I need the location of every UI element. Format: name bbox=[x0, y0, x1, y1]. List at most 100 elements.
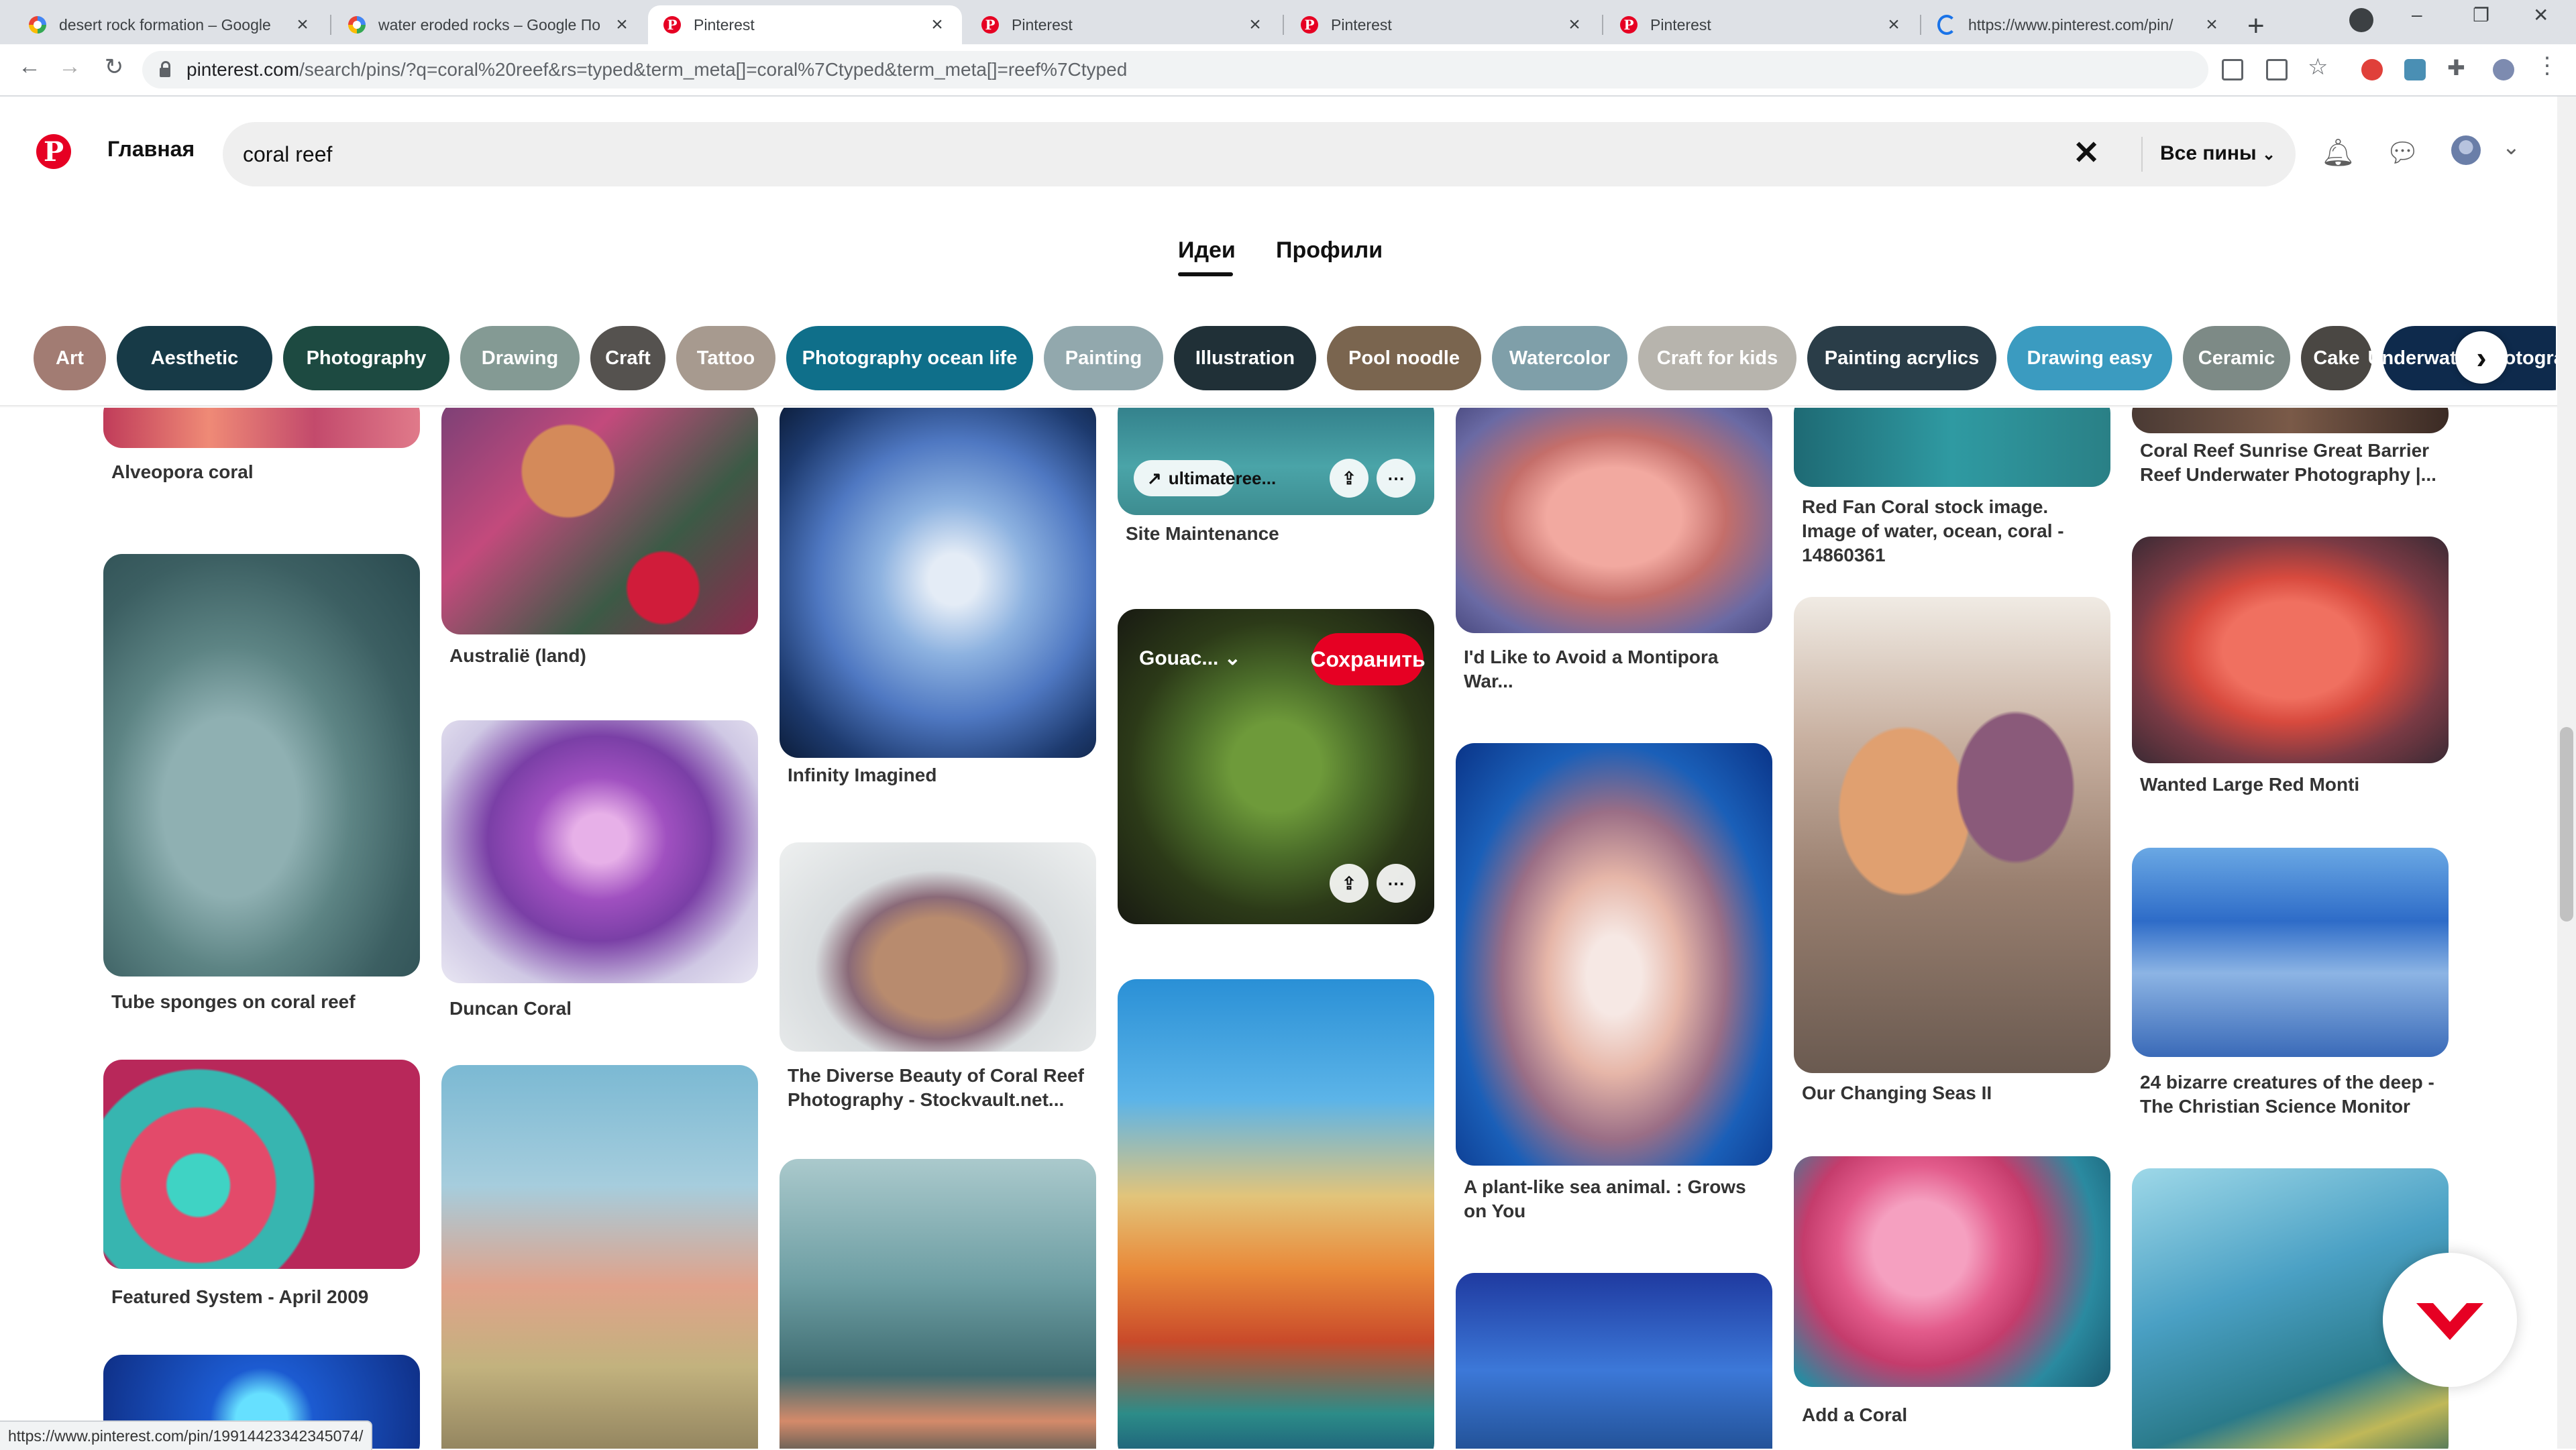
extensions-puzzle-icon[interactable]: ✚ bbox=[2447, 55, 2469, 80]
pin-card[interactable]: Our Changing Seas II bbox=[1794, 597, 2110, 1113]
new-tab-icon[interactable]: + bbox=[2247, 9, 2265, 43]
chip-painting[interactable]: Painting bbox=[1044, 326, 1163, 390]
screenshot-extension-icon[interactable] bbox=[2404, 59, 2426, 80]
tab-ideas[interactable]: Идеи bbox=[1178, 237, 1236, 264]
pin-caption[interactable]: Coral Reef Sunrise Great Barrier Reef Un… bbox=[2140, 439, 2442, 487]
pin-caption[interactable]: Add a Coral bbox=[1802, 1403, 2104, 1427]
chip-cake[interactable]: Cake bbox=[2301, 326, 2372, 390]
browser-tab[interactable]: P Pinterest × bbox=[1605, 5, 1919, 44]
pin-image[interactable] bbox=[1794, 1156, 2110, 1387]
pin-image[interactable] bbox=[103, 408, 420, 448]
chip-painting-acrylics[interactable]: Painting acrylics bbox=[1807, 326, 1996, 390]
chip-pool-noodle[interactable]: Pool noodle bbox=[1327, 326, 1481, 390]
home-link[interactable]: Главная bbox=[107, 137, 195, 162]
clear-search-icon[interactable]: ✕ bbox=[2073, 134, 2100, 172]
chip-drawing[interactable]: Drawing bbox=[460, 326, 580, 390]
chips-next-arrow-icon[interactable]: › bbox=[2455, 331, 2508, 384]
board-selector[interactable]: Gouac... ⌄ bbox=[1139, 647, 1241, 670]
close-tab-icon[interactable]: × bbox=[292, 13, 313, 36]
tab-profiles[interactable]: Профили bbox=[1276, 237, 1383, 264]
browser-tab[interactable]: water eroded rocks – Google По × bbox=[333, 5, 647, 44]
pin-card[interactable]: Duncan Coral bbox=[441, 720, 758, 1029]
pin-card[interactable] bbox=[1118, 979, 1434, 1449]
pin-caption[interactable]: Wanted Large Red Monti bbox=[2140, 773, 2442, 797]
close-tab-icon[interactable]: × bbox=[1884, 13, 1904, 36]
chip-photography[interactable]: Photography bbox=[283, 326, 449, 390]
close-tab-icon[interactable]: × bbox=[927, 13, 947, 36]
more-options-icon[interactable]: ⋯ bbox=[1377, 459, 1415, 498]
pin-card[interactable]: ↗ ultimateree... ⇪ ⋯ Site Maintenance bbox=[1118, 408, 1434, 555]
pin-image[interactable] bbox=[2132, 537, 2449, 763]
close-tab-icon[interactable]: × bbox=[1564, 13, 1585, 36]
pinterest-logo-icon[interactable]: P bbox=[36, 134, 71, 169]
chip-watercolor[interactable]: Watercolor bbox=[1492, 326, 1627, 390]
pin-caption[interactable]: Infinity Imagined bbox=[788, 763, 1089, 787]
pin-image[interactable] bbox=[780, 408, 1096, 758]
chip-tattoo[interactable]: Tattoo bbox=[676, 326, 775, 390]
pin-card[interactable] bbox=[1456, 1273, 1772, 1449]
pin-image[interactable] bbox=[780, 842, 1096, 1052]
pin-card[interactable]: 24 bizarre creatures of the deep - The C… bbox=[2132, 848, 2449, 1143]
pin-caption[interactable]: Site Maintenance bbox=[1126, 522, 1428, 546]
search-bar[interactable]: coral reef ✕ Все пины ⌄ bbox=[223, 122, 2296, 186]
pin-caption[interactable]: Duncan Coral bbox=[449, 997, 751, 1021]
pin-card[interactable]: The Diverse Beauty of Coral Reef Photogr… bbox=[780, 842, 1096, 1137]
close-tab-icon[interactable]: × bbox=[2202, 13, 2222, 36]
scope-dropdown[interactable]: Все пины ⌄ bbox=[2160, 142, 2275, 165]
share-icon[interactable]: ⇪ bbox=[1330, 459, 1368, 498]
pin-image[interactable] bbox=[1794, 597, 2110, 1073]
chip-photography-ocean-life[interactable]: Photography ocean life bbox=[786, 326, 1033, 390]
browser-tab[interactable]: P Pinterest × bbox=[1285, 5, 1599, 44]
browser-tab-active[interactable]: P Pinterest × bbox=[648, 5, 962, 44]
bookmark-star-icon[interactable]: ☆ bbox=[2308, 54, 2329, 80]
browser-menu-icon[interactable]: ⋮ bbox=[2536, 52, 2559, 78]
browser-tab[interactable]: desert rock formation – Google × bbox=[13, 5, 327, 44]
pin-card[interactable]: A plant-like sea animal. : Grows on You bbox=[1456, 743, 1772, 1239]
pin-card[interactable]: Infinity Imagined bbox=[780, 408, 1096, 803]
chip-ceramic[interactable]: Ceramic bbox=[2183, 326, 2290, 390]
close-window-icon[interactable]: ✕ bbox=[2533, 4, 2548, 26]
pin-caption[interactable]: Our Changing Seas II bbox=[1802, 1081, 2104, 1105]
pin-image[interactable] bbox=[1456, 408, 1772, 633]
pin-caption[interactable]: Australië (land) bbox=[449, 644, 751, 668]
forward-icon[interactable]: → bbox=[54, 54, 86, 80]
adblock-icon[interactable] bbox=[2361, 59, 2383, 80]
more-options-icon[interactable]: ⋯ bbox=[1377, 864, 1415, 903]
pin-caption[interactable]: Alveopora coral bbox=[111, 460, 413, 484]
pin-image[interactable] bbox=[441, 720, 758, 983]
pin-image[interactable]: Gouac... ⌄ Сохранить ⇪ ⋯ bbox=[1118, 609, 1434, 924]
share-icon[interactable] bbox=[2266, 59, 2288, 80]
pin-caption[interactable]: I'd Like to Avoid a Montipora War... bbox=[1464, 645, 1766, 693]
reload-icon[interactable]: ↻ bbox=[98, 54, 130, 80]
chip-aesthetic[interactable]: Aesthetic bbox=[117, 326, 272, 390]
pin-card[interactable]: Add a Coral bbox=[1794, 1156, 2110, 1449]
pin-image[interactable] bbox=[103, 1060, 420, 1269]
scrollbar-thumb[interactable] bbox=[2560, 727, 2573, 922]
save-button[interactable]: Сохранить bbox=[1310, 633, 1426, 685]
chip-art[interactable]: Art bbox=[34, 326, 106, 390]
search-input[interactable]: coral reef bbox=[243, 142, 332, 167]
pin-image[interactable] bbox=[441, 1065, 758, 1449]
back-icon[interactable]: ← bbox=[13, 54, 46, 80]
pin-image[interactable] bbox=[1456, 743, 1772, 1166]
pin-card[interactable]: Featured System - April 2009 bbox=[103, 1060, 420, 1341]
pin-image[interactable] bbox=[1456, 1273, 1772, 1449]
floating-help-button[interactable] bbox=[2383, 1253, 2517, 1387]
profile-avatar-icon[interactable] bbox=[2493, 59, 2514, 80]
chip-drawing-easy[interactable]: Drawing easy bbox=[2007, 326, 2172, 390]
close-tab-icon[interactable]: × bbox=[1245, 13, 1265, 36]
pin-caption[interactable]: 24 bizarre creatures of the deep - The C… bbox=[2140, 1070, 2442, 1119]
pin-image[interactable]: ↗ ultimateree... ⇪ ⋯ bbox=[1118, 408, 1434, 515]
pin-image[interactable] bbox=[2132, 848, 2449, 1057]
pin-caption[interactable]: Featured System - April 2009 bbox=[111, 1285, 413, 1309]
page-scrollbar[interactable] bbox=[2557, 97, 2576, 1449]
pin-image[interactable] bbox=[1118, 979, 1434, 1449]
pin-caption[interactable]: Tube sponges on coral reef bbox=[111, 990, 413, 1014]
minimize-icon[interactable]: – bbox=[2412, 4, 2422, 25]
close-tab-icon[interactable]: × bbox=[612, 13, 632, 36]
chip-craft-for-kids[interactable]: Craft for kids bbox=[1638, 326, 1796, 390]
chip-craft[interactable]: Craft bbox=[590, 326, 665, 390]
pin-image[interactable] bbox=[2132, 408, 2449, 433]
pin-caption[interactable]: A plant-like sea animal. : Grows on You bbox=[1464, 1175, 1766, 1223]
avatar[interactable] bbox=[2451, 135, 2481, 165]
